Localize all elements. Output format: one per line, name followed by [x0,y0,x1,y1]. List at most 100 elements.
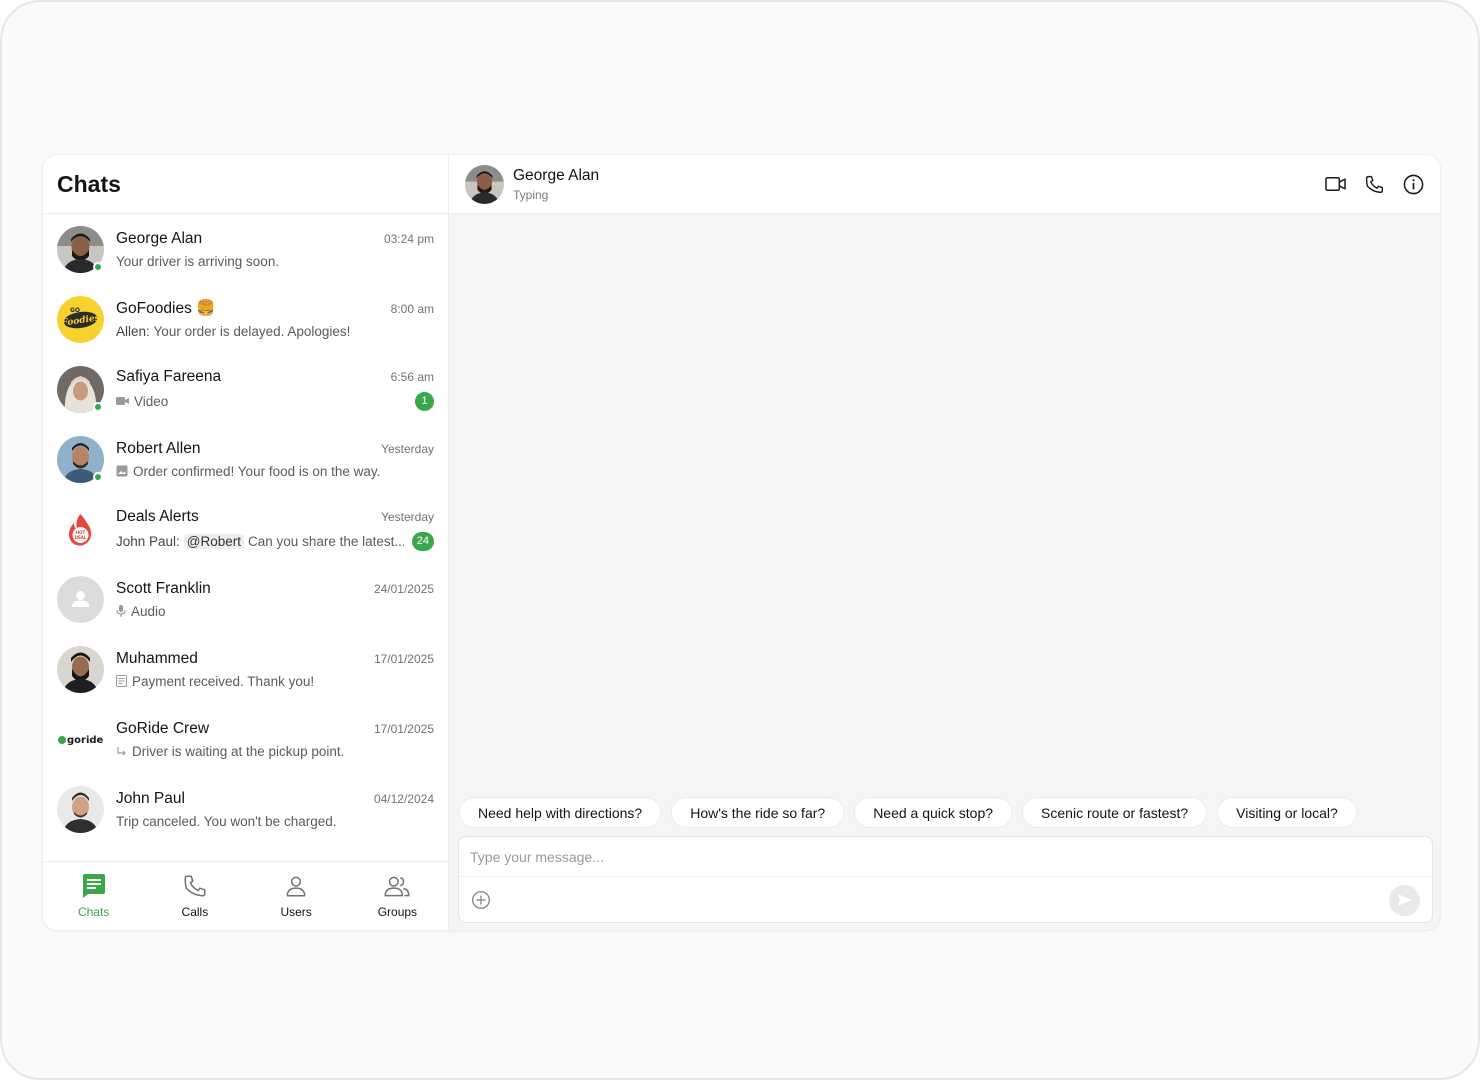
suggested-replies: Need help with directions? How's the rid… [459,797,1357,828]
chat-app: Chats George Alan 03:24 pm Your driver i… [43,155,1440,930]
svg-text:DEAL: DEAL [75,535,87,540]
online-status-dot [93,401,103,412]
send-button[interactable] [1389,884,1420,916]
chat-name: Deals Alerts [116,507,199,525]
chat-preview-sender: Allen: [116,324,150,339]
chat-time: 04/12/2024 [373,791,434,806]
chat-preview-text: Can you share the latest... [248,533,404,549]
svg-text:GO: GO [70,307,80,314]
video-call-button[interactable] [1325,174,1346,195]
avatar-photo [57,645,104,693]
avatar [57,575,104,623]
chat-time: Yesterday [381,441,434,456]
suggestion-chip[interactable]: Need a quick stop? [854,797,1013,828]
nav-users[interactable]: Users [246,873,346,919]
info-button[interactable] [1403,174,1424,195]
sidebar: Chats George Alan 03:24 pm Your driver i… [43,155,449,930]
sidebar-title: Chats [57,170,121,197]
suggestion-chip[interactable]: Visiting or local? [1217,797,1357,828]
chat-preview-text: Your order is delayed. Apologies! [153,324,351,339]
avatar: HOT DEAL [57,505,104,553]
chat-time: 8:00 am [390,302,434,316]
nav-label: Users [280,905,312,919]
group-icon [384,876,410,897]
avatar: goride [57,715,104,763]
chat-item-john-paul[interactable]: John Paul 04/12/2024 Trip canceled. You … [43,774,448,844]
chat-preview: Payment received. Thank you! [116,674,314,689]
conversation-header: George Alan Typing [449,155,1440,214]
bottom-nav: Chats Calls Users Groups [43,861,448,930]
chat-time: 17/01/2025 [373,721,434,736]
nav-calls[interactable]: Calls [145,873,245,919]
avatar [57,435,104,483]
avatar [57,365,104,413]
mention-tag: @Robert [183,533,245,549]
hot-deal-logo-icon: HOT DEAL [57,505,104,553]
chat-name: Safiya Fareena [116,367,222,385]
default-user-icon [57,575,104,623]
contact-avatar[interactable] [465,164,504,204]
nav-chats[interactable]: Chats [44,873,144,919]
chat-name: Muhammed [116,649,198,667]
chat-name: Robert Allen [116,439,201,457]
chat-preview-text: Audio [131,603,166,619]
chat-name: John Paul [116,789,185,807]
message-composer [458,836,1433,923]
chat-item-george-alan[interactable]: George Alan 03:24 pm Your driver is arri… [43,214,448,284]
avatar [57,645,104,693]
chat-item-gofoodies[interactable]: Foodies GO GoFoodies 🍔 8:00 am Allen: Yo… [43,284,448,354]
unread-badge: 24 [411,531,434,551]
suggestion-chip[interactable]: How's the ride so far? [671,797,845,828]
chat-name: GoFoodies 🍔 [116,300,216,317]
avatar: Foodies GO [57,295,104,343]
contact-name: George Alan [513,166,600,184]
nav-groups[interactable]: Groups [347,873,447,919]
chat-item-scott-franklin[interactable]: Scott Franklin 24/01/2025 Audio [43,564,448,634]
nav-label: Chats [77,905,110,919]
info-icon [1403,174,1424,194]
chat-preview-text: Order confirmed! Your food is on the way… [133,463,381,479]
message-input[interactable] [459,837,1432,877]
gofoodies-logo-icon: Foodies GO [57,295,104,343]
chat-time: 6:56 am [390,369,434,384]
sidebar-header: Chats [43,155,448,214]
avatar [57,225,104,273]
chat-preview-text: Trip canceled. You won't be charged. [116,813,337,829]
attach-button[interactable] [471,890,491,910]
chat-preview: Trip canceled. You won't be charged. [116,814,336,829]
chat-preview-text: Video [134,393,169,409]
image-icon [116,465,128,477]
svg-text:goride: goride [67,735,104,746]
suggestion-chip[interactable]: Scenic route or fastest? [1022,797,1208,828]
chat-name: Scott Franklin [116,579,211,597]
chat-preview-text: Driver is waiting at the pickup point. [132,743,345,759]
nav-label: Groups [377,905,418,919]
device-frame: Chats George Alan 03:24 pm Your driver i… [0,0,1480,1080]
chat-preview: Your driver is arriving soon. [116,254,279,269]
nav-label: Calls [181,905,209,919]
chat-preview: Video [116,394,168,409]
chat-name: George Alan [116,229,203,247]
chat-time: 24/01/2025 [373,581,434,596]
chat-item-robert-allen[interactable]: Robert Allen Yesterday Order confirmed! … [43,424,448,494]
chat-time: 03:24 pm [383,231,434,246]
online-status-dot [93,261,103,272]
avatar-photo [57,785,104,833]
chat-item-deals-alerts[interactable]: HOT DEAL Deals Alerts Yesterday John Pau… [43,494,448,564]
video-camera-icon [1325,177,1346,191]
avatar [57,785,104,833]
online-status-dot [93,471,103,482]
chat-preview: Audio [116,604,166,619]
chat-item-muhammed[interactable]: Muhammed 17/01/2025 Payment received. Th… [43,634,448,704]
conversation-panel: George Alan Typing Need help with direct… [449,155,1440,930]
chat-preview: Order confirmed! Your food is on the way… [116,464,380,479]
chat-item-safiya-fareena[interactable]: Safiya Fareena 6:56 am Video 1 [43,354,448,424]
chat-item-goride-crew[interactable]: goride GoRide Crew 17/01/2025 Driver is … [43,704,448,774]
chat-preview: Driver is waiting at the pickup point. [116,744,344,759]
chat-name: GoRide Crew [116,719,210,737]
phone-icon [1365,175,1384,193]
suggestion-chip[interactable]: Need help with directions? [459,797,662,828]
chat-list: George Alan 03:24 pm Your driver is arri… [43,214,448,860]
voice-call-button[interactable] [1364,174,1385,195]
document-icon [116,675,127,687]
